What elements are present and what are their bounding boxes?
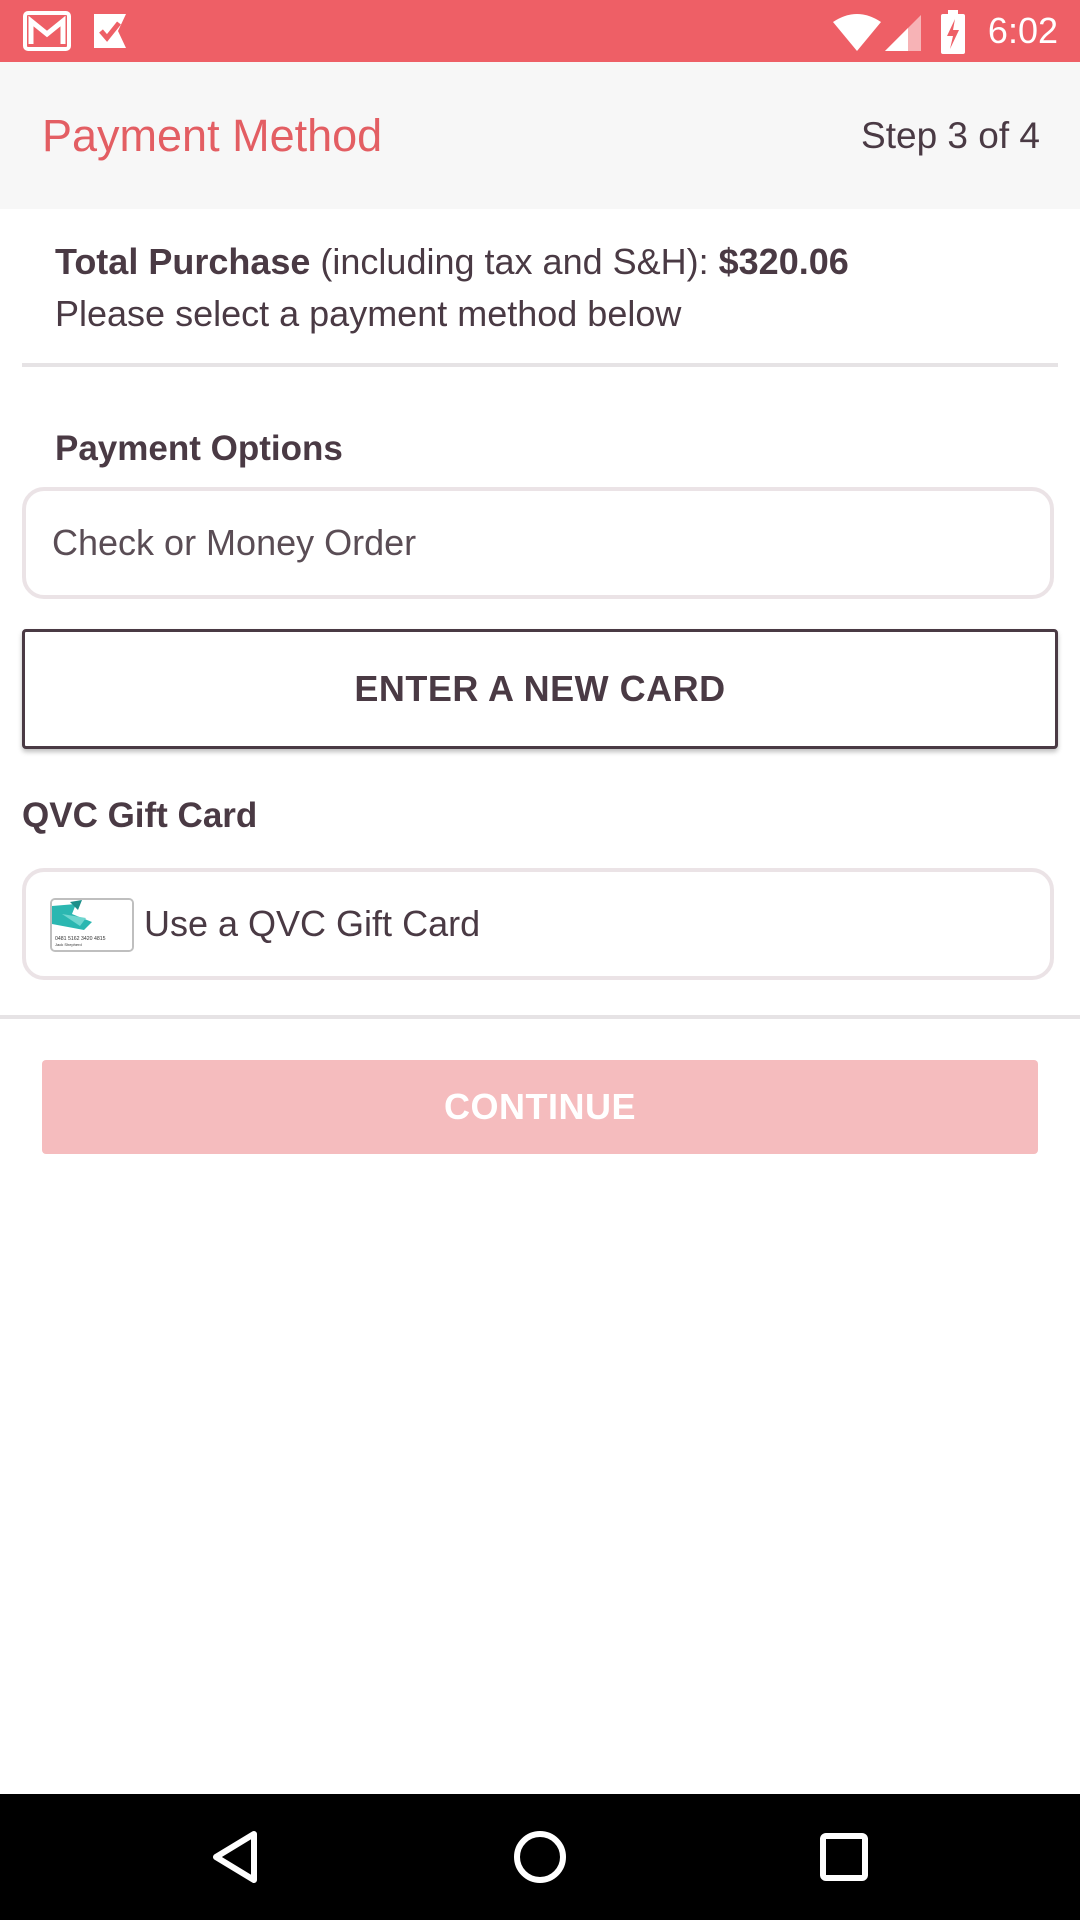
navigation-bar xyxy=(0,1794,1080,1920)
options-divider xyxy=(0,1015,1080,1019)
cell-signal-icon xyxy=(884,14,922,52)
use-gift-card-option[interactable]: 0481 5162 3420 4815 Jack Shepherd Use a … xyxy=(22,868,1054,980)
enter-new-card-label: ENTER A NEW CARD xyxy=(354,668,726,709)
total-label: Total Purchase xyxy=(55,241,311,282)
check-or-money-order-option[interactable]: Check or Money Order xyxy=(22,487,1054,599)
checkmark-notification-icon xyxy=(92,10,132,52)
total-purchase: Total Purchase (including tax and S&H): … xyxy=(55,240,849,284)
gift-card-holder: Jack Shepherd xyxy=(55,942,82,947)
battery-charging-icon xyxy=(940,10,966,54)
gift-card-heading: QVC Gift Card xyxy=(22,796,258,835)
payment-options-heading: Payment Options xyxy=(55,429,343,468)
home-icon[interactable] xyxy=(505,1822,575,1892)
summary-divider xyxy=(22,363,1058,367)
header: Payment Method Step 3 of 4 xyxy=(0,62,1080,209)
step-indicator: Step 3 of 4 xyxy=(861,115,1040,156)
back-icon[interactable] xyxy=(200,1822,270,1892)
recents-icon[interactable] xyxy=(809,1822,879,1892)
page-title: Payment Method xyxy=(42,110,383,161)
total-note: (including tax and S&H): xyxy=(310,241,719,282)
gmail-icon xyxy=(22,10,72,52)
status-time: 6:02 xyxy=(987,10,1058,51)
gift-card-icon: 0481 5162 3420 4815 Jack Shepherd xyxy=(50,898,134,952)
wifi-icon xyxy=(832,14,882,52)
check-option-label: Check or Money Order xyxy=(52,522,417,563)
total-amount: $320.06 xyxy=(718,241,849,282)
continue-label: CONTINUE xyxy=(444,1086,636,1127)
payment-instruction: Please select a payment method below xyxy=(55,293,682,334)
enter-new-card-button[interactable]: ENTER A NEW CARD xyxy=(22,629,1058,749)
gift-card-option-label: Use a QVC Gift Card xyxy=(144,903,481,944)
continue-button[interactable]: CONTINUE xyxy=(42,1060,1038,1154)
status-bar: 6:02 xyxy=(0,0,1080,62)
